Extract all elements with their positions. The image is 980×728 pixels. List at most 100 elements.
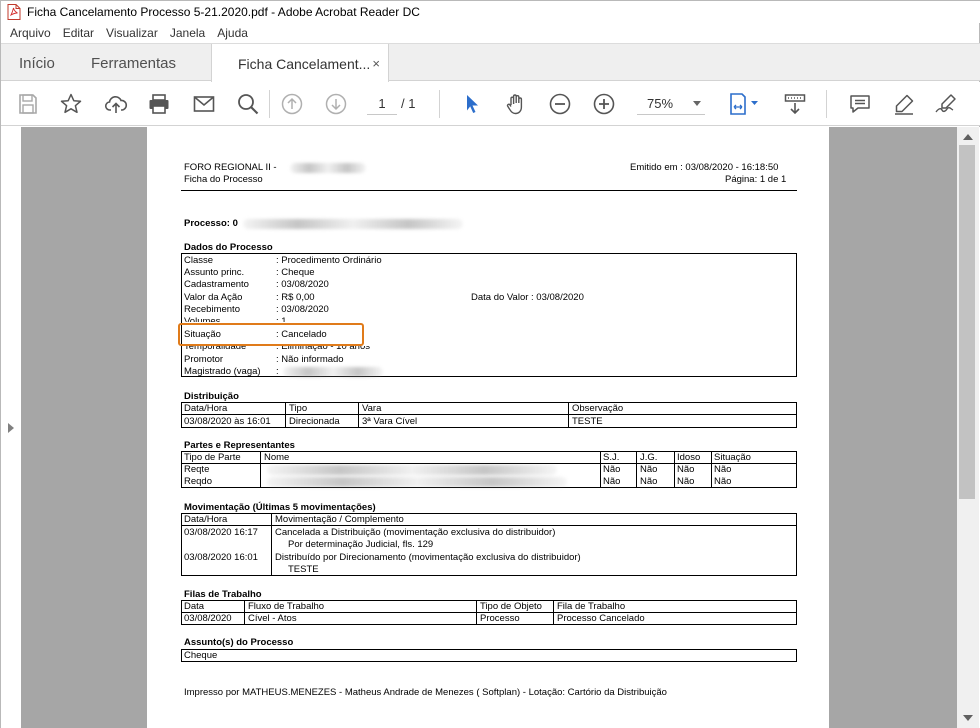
email-icon[interactable] [192,92,216,116]
redacted-party-name [267,465,557,475]
distribuicao-table [181,402,797,428]
field-value: : 03/08/2020 [276,279,329,290]
col-header: Situação [714,452,751,463]
tab-tools[interactable]: Ferramentas [91,44,176,82]
forum-name: FORO REGIONAL II - [184,162,277,173]
table-cell: Não [677,464,695,475]
vertical-scrollbar[interactable] [957,127,979,728]
field-label: Cadastramento [184,279,249,290]
page-number-input[interactable] [367,93,397,115]
col-header: Data/Hora [184,514,228,525]
emitted-date: Emitido em : 03/08/2020 - 16:18:50 [630,162,779,173]
print-icon[interactable] [147,92,171,116]
data-do-valor: Data do Valor : 03/08/2020 [471,292,584,303]
scrollbar-thumb[interactable] [959,145,975,499]
pdf-page: FORO REGIONAL II - Ficha do Processo Emi… [147,127,829,728]
field-value: : [276,366,279,377]
menu-ajuda[interactable]: Ajuda [211,26,254,40]
table-col-divider [260,451,261,488]
fit-page-icon[interactable] [727,92,763,116]
save-icon[interactable] [16,92,40,116]
field-label: Classe [184,255,214,266]
redacted-party-name [267,477,567,487]
dados-box [181,253,797,377]
field-value: : Cheque [276,267,315,278]
toolbar-separator [439,90,440,118]
zoom-dropdown[interactable]: 75% [637,93,705,115]
table-cell: 03/08/2020 às 16:01 [184,416,271,427]
select-cursor-icon[interactable] [460,92,484,116]
col-header: S.J. [603,452,620,463]
zoom-out-icon[interactable] [548,92,572,116]
chevron-down-icon [693,101,701,106]
search-icon[interactable] [236,92,260,116]
toolbar: / 1 75% [1,82,980,126]
col-header: Idoso [677,452,701,463]
menu-editar[interactable]: Editar [57,26,100,40]
menu-bar: Arquivo Editar Visualizar Janela Ajuda [1,23,980,43]
table-cell: Não [714,464,732,475]
field-label: Magistrado (vaga) [184,366,261,377]
zoom-in-icon[interactable] [592,92,616,116]
menu-visualizar[interactable]: Visualizar [100,26,164,40]
redacted-magistrado [283,367,383,377]
left-panel-rail[interactable] [1,127,21,728]
printed-by-footer: Impresso por MATHEUS.MENEZES - Matheus A… [184,687,667,698]
window-title: Ficha Cancelamento Processo 5-21.2020.pd… [27,5,420,19]
previous-page-icon[interactable] [280,92,304,116]
tab-document[interactable]: Ficha Cancelament... × [211,44,389,83]
table-cell: Processo Cancelado [557,613,645,624]
table-col-divider [285,402,286,428]
highlight-pen-icon[interactable] [892,92,916,116]
section-assuntos-title: Assunto(s) do Processo [184,637,294,648]
next-page-icon[interactable] [324,92,348,116]
table-cell: Reqdo [184,476,212,487]
expand-panel-icon[interactable] [8,423,14,433]
page-count: Página: 1 de 1 [725,174,787,185]
col-header: Nome [264,452,290,463]
table-cell: Por determinação Judicial, fls. 129 [288,539,434,550]
scroll-mode-icon[interactable] [783,92,807,116]
comment-icon[interactable] [848,92,872,116]
table-cell: 3ª Vara Cível [362,416,418,427]
pdf-file-icon [7,4,21,20]
tab-home[interactable]: Início [19,44,55,82]
field-label: Assunto princ. [184,267,245,278]
field-value: : Procedimento Ordinário [276,255,382,266]
field-value-partially-hidden: : 1 [276,316,287,322]
redacted-process-number [243,219,463,229]
redacted-forum [290,163,366,173]
menu-janela[interactable]: Janela [164,26,211,40]
tab-document-label: Ficha Cancelament... [238,55,371,72]
scroll-down-icon[interactable] [963,715,973,721]
scroll-up-icon[interactable] [963,134,973,140]
zoom-value: 75% [647,96,674,111]
table-cell: 03/08/2020 16:01 [184,552,258,563]
upload-cloud-icon[interactable] [104,92,128,116]
situacao-highlight [178,323,364,346]
table-col-divider [711,451,712,488]
menu-arquivo[interactable]: Arquivo [4,26,57,40]
table-col-divider [600,451,601,488]
field-label: Valor da Ação [184,292,243,303]
field-label: Recebimento [184,304,240,315]
process-number-label: Processo: 0 [184,218,238,229]
table-cell: Cancelada a Distribuição (movimentação e… [275,527,556,538]
table-cell: TESTE [288,564,319,575]
close-tab-icon[interactable]: × [372,56,380,71]
table-col-divider [674,451,675,488]
field-value: : R$ 0,00 [276,292,315,303]
table-cell: Processo [480,613,520,624]
bookmark-star-icon[interactable] [59,92,83,116]
sign-pen-icon[interactable] [934,92,958,116]
hand-tool-icon[interactable] [504,92,528,116]
col-header: Vara [362,403,382,414]
toolbar-separator [826,90,827,118]
col-header: Tipo de Objeto [480,601,542,612]
table-col-divider [553,600,554,625]
table-rule [181,525,797,526]
table-cell: TESTE [572,416,603,427]
toolbar-separator [269,90,270,118]
col-header: Tipo [289,403,308,414]
table-col-divider [568,402,569,428]
